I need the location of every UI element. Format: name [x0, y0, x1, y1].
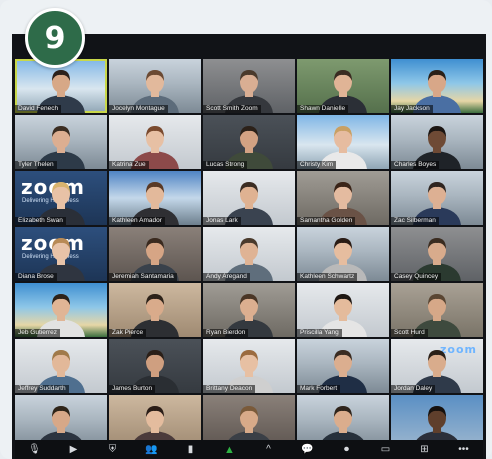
participant-name-label: Diana Brose	[15, 273, 57, 281]
captions-button[interactable]: ▭	[376, 444, 396, 456]
participant-video-tile[interactable]: Christy Kim	[297, 115, 389, 169]
participant-video-tile[interactable]: Zak Pierce	[109, 283, 201, 337]
microphone-icon: 🎙	[28, 443, 41, 455]
participant-video-tile[interactable]: Tyler Thelen	[15, 115, 107, 169]
more-dots-icon: •••	[458, 443, 469, 455]
bar-chart-icon: ▮	[187, 443, 194, 455]
video-camera-button[interactable]: ▶	[64, 444, 84, 456]
participant-name-label: Tyler Thelen	[15, 161, 57, 169]
microphone-button[interactable]: 🎙	[25, 444, 45, 456]
shield-button[interactable]: ⛨	[103, 444, 123, 456]
participant-name-label: Elizabeth Swan	[15, 217, 66, 225]
participant-video-tile[interactable]: Kathleen Schwartz	[297, 227, 389, 281]
participant-name-label: Charles Boyes	[391, 161, 440, 169]
participant-video-tile[interactable]: Scott Smith Zoom	[203, 59, 295, 113]
participant-video-tile[interactable]: Mark Forbert	[297, 339, 389, 393]
zoom-meeting-window: David Fenech Jocelyn Montague Scott Smith …	[12, 34, 486, 459]
participant-name-label: Samantha Golden	[297, 217, 356, 225]
step-number-badge: 9	[25, 8, 85, 68]
zoom-tagline: Delivering Happiness	[22, 254, 79, 260]
participant-name-label: Ryan Bierdon	[203, 329, 249, 337]
participant-video-tile[interactable]: Jocelyn Montague	[109, 59, 201, 113]
participant-name-label: Priscilla Yang	[297, 329, 342, 337]
participant-name-label: Jeffrey Suddarth	[15, 385, 69, 393]
bar-chart-button[interactable]: ▮	[181, 444, 201, 456]
participant-video-tile[interactable]: Samantha Golden	[297, 171, 389, 225]
participant-name-label: Jay Jackson	[391, 105, 433, 113]
participant-name-label: Jocelyn Montague	[109, 105, 168, 113]
apps-grid-icon: ⊞	[420, 443, 429, 455]
chat-bubble-icon: 💬	[301, 443, 314, 455]
participant-video-tile[interactable]: Jonas Lark	[203, 171, 295, 225]
participant-name-label: Mark Forbert	[297, 385, 341, 393]
participant-video-tile[interactable]: zoom Jordan Daley	[391, 339, 483, 393]
participant-name-label: Jeremiah Santamaria	[109, 273, 177, 281]
participant-name-label: Shawn Danielle	[297, 105, 349, 113]
participant-name-label: Christy Kim	[297, 161, 337, 169]
participant-video-tile[interactable]: Katrina Zue	[109, 115, 201, 169]
participant-name-label: Jeb Gutierrez	[15, 329, 61, 337]
participant-video-tile[interactable]: Lucas Strong	[203, 115, 295, 169]
participant-video-tile[interactable]: Casey Quincey	[391, 227, 483, 281]
participant-video-tile[interactable]: Scott Hurd	[391, 283, 483, 337]
participant-name-label: Jonas Lark	[203, 217, 241, 225]
participant-name-label: Katrina Zue	[109, 161, 149, 169]
captions-icon: ▭	[380, 443, 391, 455]
participant-name-label: Scott Hurd	[391, 329, 428, 337]
zoom-logo: zoom	[21, 231, 85, 255]
participant-video-tile[interactable]: zoom Delivering Happiness Elizabeth Swan	[15, 171, 107, 225]
participant-name-label: Lucas Strong	[203, 161, 248, 169]
participant-name-label: Jordan Daley	[391, 385, 436, 393]
participant-video-tile[interactable]: Kathleen Amador	[109, 171, 201, 225]
chat-bubble-button[interactable]: 💬	[298, 444, 318, 456]
chevron-up-button[interactable]: ^	[259, 444, 279, 456]
share-screen-button[interactable]: ▲	[220, 444, 240, 456]
participant-video-tile[interactable]: Charles Boyes	[391, 115, 483, 169]
participant-name-label: Casey Quincey	[391, 273, 442, 281]
more-dots-button[interactable]: •••	[454, 444, 474, 456]
zoom-logo: zoom	[21, 175, 85, 199]
participant-video-tile[interactable]: Priscilla Yang	[297, 283, 389, 337]
participant-video-tile[interactable]: zoom Delivering Happiness Diana Brose	[15, 227, 107, 281]
participant-name-label: David Fenech	[15, 105, 62, 113]
participant-video-tile[interactable]: Jeremiah Santamaria	[109, 227, 201, 281]
gallery-view-grid: David Fenech Jocelyn Montague Scott Smith …	[15, 59, 483, 459]
participant-name-label: Kathleen Schwartz	[297, 273, 358, 281]
participants-button[interactable]: 👥	[142, 444, 162, 456]
participant-name-label: Brittany Deacon	[203, 385, 256, 393]
participant-video-tile[interactable]: Andy Aregand	[203, 227, 295, 281]
share-screen-icon: ▲	[224, 443, 235, 456]
participant-name-label: Zac Silberman	[391, 217, 439, 225]
participant-video-tile[interactable]: Brittany Deacon	[203, 339, 295, 393]
record-icon: ⏺	[344, 443, 349, 455]
participant-name-label: Scott Smith Zoom	[203, 105, 261, 113]
participant-video-tile[interactable]: Zac Silberman	[391, 171, 483, 225]
participant-video-tile[interactable]: James Burton	[109, 339, 201, 393]
participant-name-label: Zak Pierce	[109, 329, 147, 337]
record-button[interactable]: ⏺	[337, 444, 357, 456]
apps-grid-button[interactable]: ⊞	[415, 444, 435, 456]
participant-video-tile[interactable]: Shawn Danielle	[297, 59, 389, 113]
participant-name-label: James Burton	[109, 385, 156, 393]
participant-video-tile[interactable]: Ryan Bierdon	[203, 283, 295, 337]
chevron-up-icon: ^	[266, 443, 271, 455]
participants-icon: 👥	[145, 443, 158, 455]
zoom-logo: zoom	[440, 343, 477, 356]
shield-icon: ⛨	[108, 443, 117, 455]
zoom-tagline: Delivering Happiness	[22, 198, 79, 204]
participant-video-tile[interactable]: Jay Jackson	[391, 59, 483, 113]
tutorial-card: 9 David Fenech Jocelyn Montague Scott Smit…	[0, 0, 492, 459]
participant-name-label: Kathleen Amador	[109, 217, 165, 225]
meeting-toolbar: 🎙 ▶ ⛨ 👥 ▮ ▲ ^ 💬 ⏺ ▭ ⊞ •••	[15, 440, 483, 459]
video-camera-icon: ▶	[69, 443, 78, 455]
participant-name-label: Andy Aregand	[203, 273, 250, 281]
participant-video-tile[interactable]: Jeb Gutierrez	[15, 283, 107, 337]
participant-video-tile[interactable]: Jeffrey Suddarth	[15, 339, 107, 393]
